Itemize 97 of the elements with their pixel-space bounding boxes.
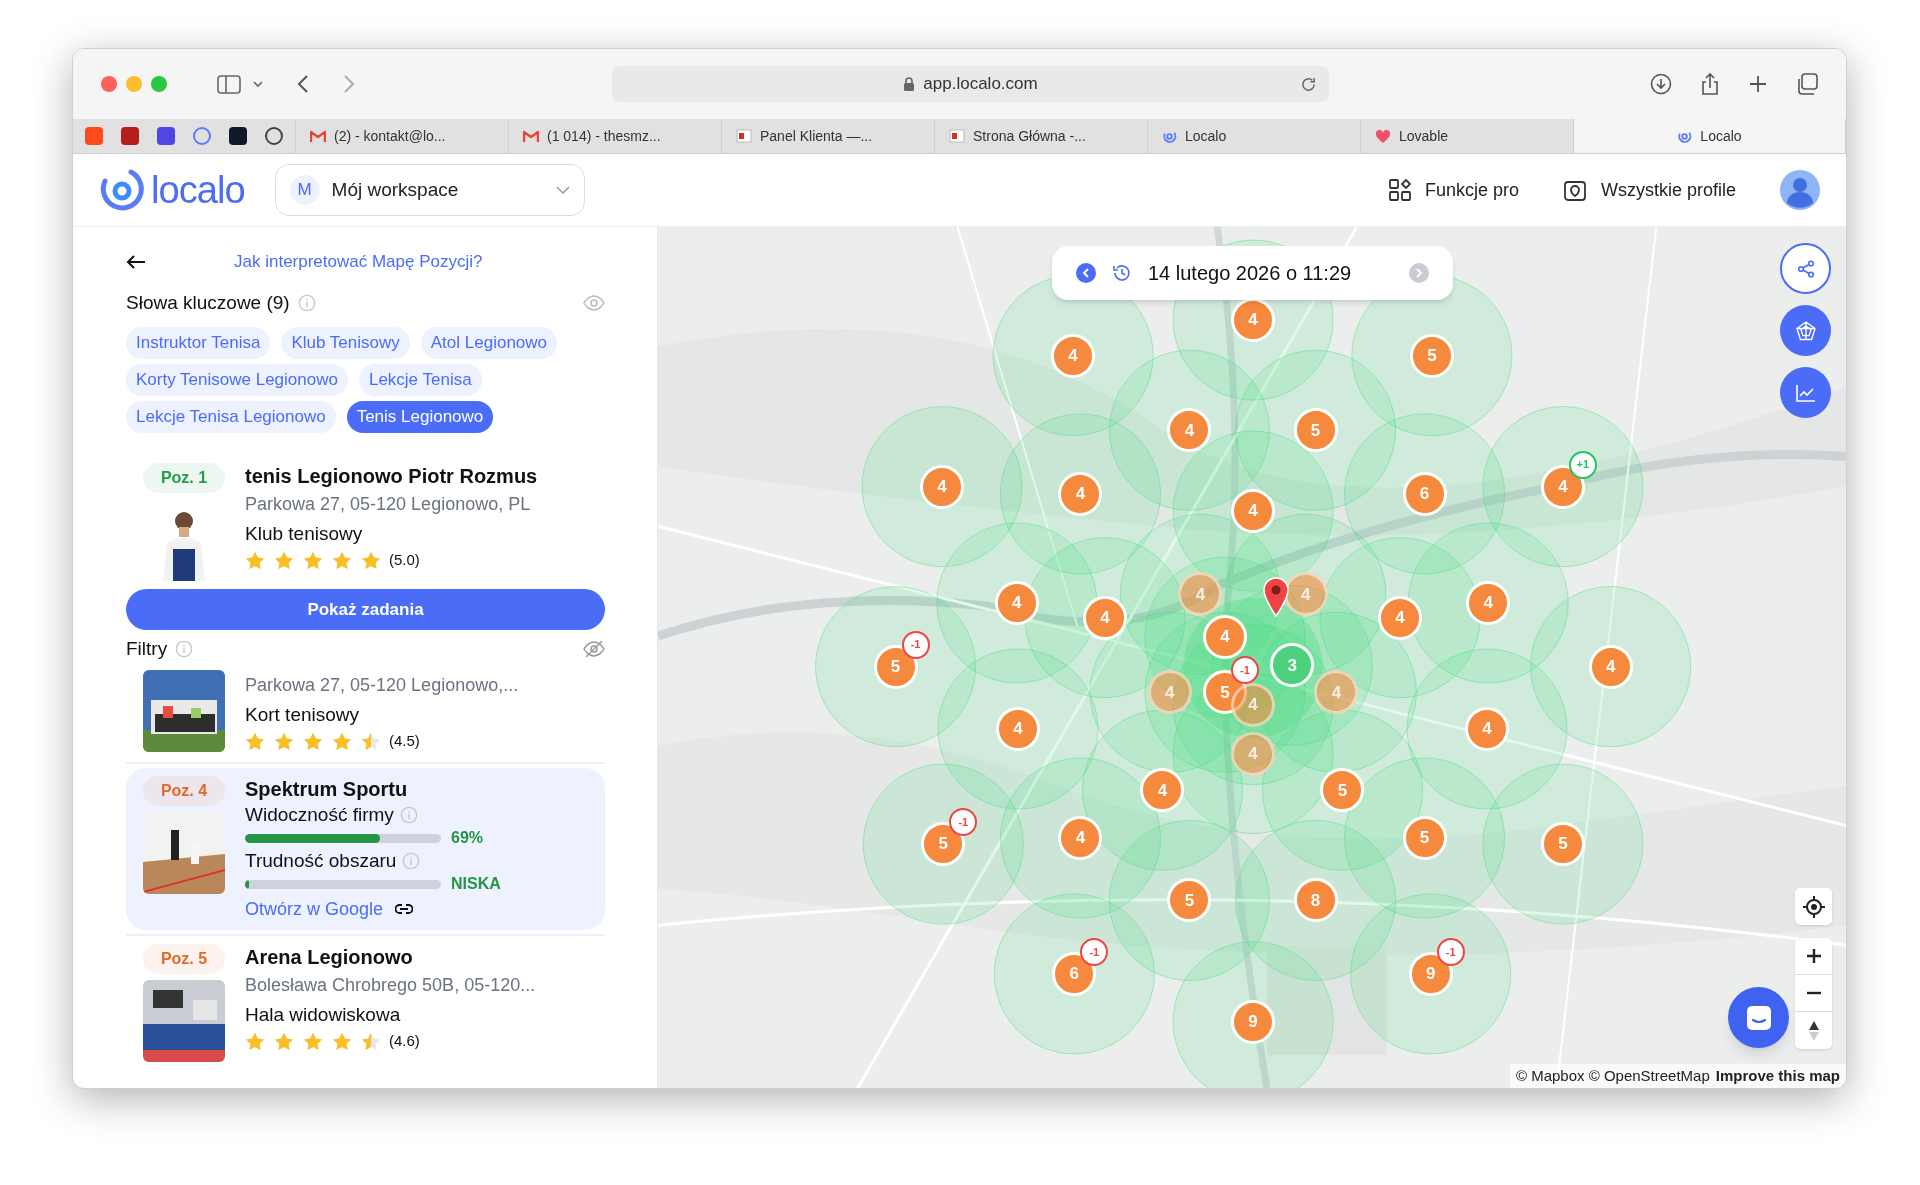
envelope-icon bbox=[310, 129, 326, 143]
logo-text: localo bbox=[151, 171, 245, 209]
show-tasks-button[interactable]: Pokaż zadania bbox=[126, 589, 605, 630]
rank-marker[interactable]: 4 bbox=[1231, 731, 1276, 776]
keyword-chip[interactable]: Atol Legionowo bbox=[420, 327, 558, 359]
position-badge: Poz. 1 bbox=[143, 463, 225, 493]
keyword-chip[interactable]: Korty Tenisowe Legionowo bbox=[126, 364, 348, 396]
business-category: Klub tenisowy bbox=[245, 522, 364, 546]
position-badge: Poz. 5 bbox=[143, 944, 225, 974]
link-icon bbox=[395, 904, 414, 914]
map-attribution: © Mapbox © OpenStreetMap bbox=[1515, 1065, 1710, 1086]
browser-tab[interactable]: Panel Klienta —... bbox=[722, 119, 935, 153]
app-icon[interactable] bbox=[229, 127, 247, 145]
metric-label: Trudność obszaru bbox=[245, 849, 397, 873]
lock-icon bbox=[903, 76, 916, 92]
minus-icon bbox=[1805, 991, 1822, 995]
chevron-down-icon[interactable] bbox=[253, 80, 263, 88]
back-icon[interactable] bbox=[297, 74, 309, 94]
rank-marker[interactable]: 4 bbox=[1147, 670, 1192, 715]
workspace-dropdown[interactable]: M Mój workspace bbox=[274, 164, 585, 216]
download-icon[interactable] bbox=[1650, 73, 1672, 95]
chevron-left-icon bbox=[1082, 268, 1090, 278]
envelope-icon bbox=[523, 129, 539, 143]
workspace-avatar: M bbox=[289, 175, 320, 205]
heart-icon bbox=[1375, 128, 1391, 144]
chat-icon bbox=[1744, 1003, 1773, 1032]
browser-tab[interactable]: Localo bbox=[1574, 119, 1846, 153]
grid-icon bbox=[1388, 179, 1411, 201]
business-category: Kort tenisowy bbox=[245, 703, 361, 727]
pentagon-icon bbox=[1795, 320, 1816, 341]
business-address: Bolesława Chrobrego 50B, 05-120... bbox=[245, 974, 536, 997]
result-card[interactable]: Poz. 5 Arena Legionowo Bolesława Chrobrego 50B, 05-120... Hala widowiskowa (4.6) bbox=[126, 940, 605, 1066]
keyword-chip[interactable]: Tenis Legionowo bbox=[346, 401, 494, 433]
result-card[interactable]: Parkowa 27, 05-120 Legionowo,... Kort tenisowy (4.5) bbox=[126, 666, 605, 758]
metric-label: Widoczność firmy bbox=[245, 803, 394, 827]
url-text: app.localo.com bbox=[923, 73, 1038, 96]
section-title: Słowa kluczowe (9) bbox=[126, 290, 290, 315]
sidebar-icon[interactable] bbox=[217, 74, 241, 94]
keyword-chip[interactable]: Lekcje Tenisa Legionowo bbox=[126, 401, 336, 433]
eye-off-icon[interactable] bbox=[583, 640, 605, 658]
header-action[interactable]: Wszystkie profile bbox=[1562, 176, 1736, 204]
plus-icon[interactable] bbox=[1748, 74, 1768, 94]
locate-button[interactable] bbox=[1795, 888, 1832, 925]
rating-value: (5.0) bbox=[389, 550, 420, 570]
header-action[interactable]: Funkcje pro bbox=[1388, 176, 1519, 204]
location-pin-icon bbox=[1263, 576, 1290, 617]
rating-value: (4.6) bbox=[389, 1031, 420, 1051]
share-icon bbox=[1796, 259, 1815, 278]
position-badge: Poz. 4 bbox=[143, 776, 225, 806]
google-link[interactable]: Otwórz w Google bbox=[245, 896, 384, 922]
rank-marker[interactable]: 4 bbox=[1231, 682, 1276, 727]
improve-map-link[interactable]: Improve this map bbox=[1715, 1064, 1840, 1087]
browser-tab[interactable]: Localo bbox=[1148, 119, 1361, 153]
crosshair-icon bbox=[1802, 895, 1825, 918]
browser-tab[interactable]: (1 014) - thesmz... bbox=[509, 119, 722, 153]
keyword-chip[interactable]: Lekcje Tenisa bbox=[358, 364, 482, 396]
business-name: Spektrum Sportu bbox=[245, 777, 409, 802]
business-name: tenis Legionowo Piotr Rozmus bbox=[245, 464, 538, 489]
keyword-chip[interactable]: Instruktor Tenisa bbox=[126, 327, 271, 359]
compass-icon bbox=[1807, 1019, 1820, 1042]
metric-value: 69% bbox=[451, 828, 484, 848]
keyword-chip[interactable]: Klub Tenisowy bbox=[281, 327, 410, 359]
chevron-right-icon bbox=[1415, 268, 1423, 278]
address-bar[interactable]: app.localo.com bbox=[612, 66, 1329, 102]
business-address: Parkowa 27, 05-120 Legionowo, PL bbox=[245, 493, 532, 516]
tabs-overview-icon[interactable] bbox=[1796, 73, 1818, 95]
history-icon[interactable] bbox=[1112, 263, 1132, 283]
app-icon[interactable] bbox=[121, 127, 139, 145]
rank-marker[interactable]: 4 bbox=[1178, 572, 1223, 617]
profile-pin-icon bbox=[1562, 178, 1587, 202]
date-label: 14 lutego 2026 o 11:29 bbox=[1148, 261, 1352, 286]
business-category: Hala widowiskowa bbox=[245, 1003, 402, 1027]
avatar-icon[interactable] bbox=[1780, 170, 1820, 210]
reload-icon[interactable] bbox=[1300, 75, 1317, 93]
logo-icon bbox=[99, 167, 145, 213]
business-name: Arena Legionowo bbox=[245, 945, 414, 970]
result-card[interactable]: Poz. 1 tenis Legionowo Piotr Rozmus Parkowa 27, 05-120 Legionowo, PL Klub tenisowy (5.0) bbox=[126, 459, 605, 585]
section-title: Filtry bbox=[126, 637, 168, 661]
page-icon bbox=[949, 129, 965, 143]
rating-value: (4.5) bbox=[389, 731, 420, 751]
line-chart-icon bbox=[1795, 383, 1816, 402]
chevron-down-icon bbox=[555, 186, 570, 194]
share-icon[interactable] bbox=[1700, 72, 1720, 96]
business-address: Parkowa 27, 05-120 Legionowo,... bbox=[245, 674, 519, 697]
previous-button[interactable] bbox=[1076, 263, 1096, 283]
back-arrow-icon[interactable] bbox=[126, 253, 146, 270]
help-link[interactable]: Jak interpretować Mapę Pozycji? bbox=[234, 249, 483, 275]
rank-marker[interactable]: 4 bbox=[1314, 670, 1359, 715]
app-icon[interactable] bbox=[265, 127, 283, 145]
plus-icon bbox=[1805, 948, 1822, 964]
metric-value: NISKA bbox=[451, 874, 501, 894]
result-card[interactable]: Poz. 4 Spektrum Sportu Widoczność firmy 69% Trudność obszaru NISKA Otwórz w Google bbox=[126, 768, 605, 930]
browser-tab[interactable]: Strona Główna -... bbox=[935, 119, 1148, 153]
browser-tab[interactable]: (2) - kontakt@lo... bbox=[296, 119, 509, 153]
close-button[interactable] bbox=[101, 76, 117, 92]
page-icon bbox=[736, 129, 752, 143]
app-icon[interactable] bbox=[157, 127, 175, 145]
